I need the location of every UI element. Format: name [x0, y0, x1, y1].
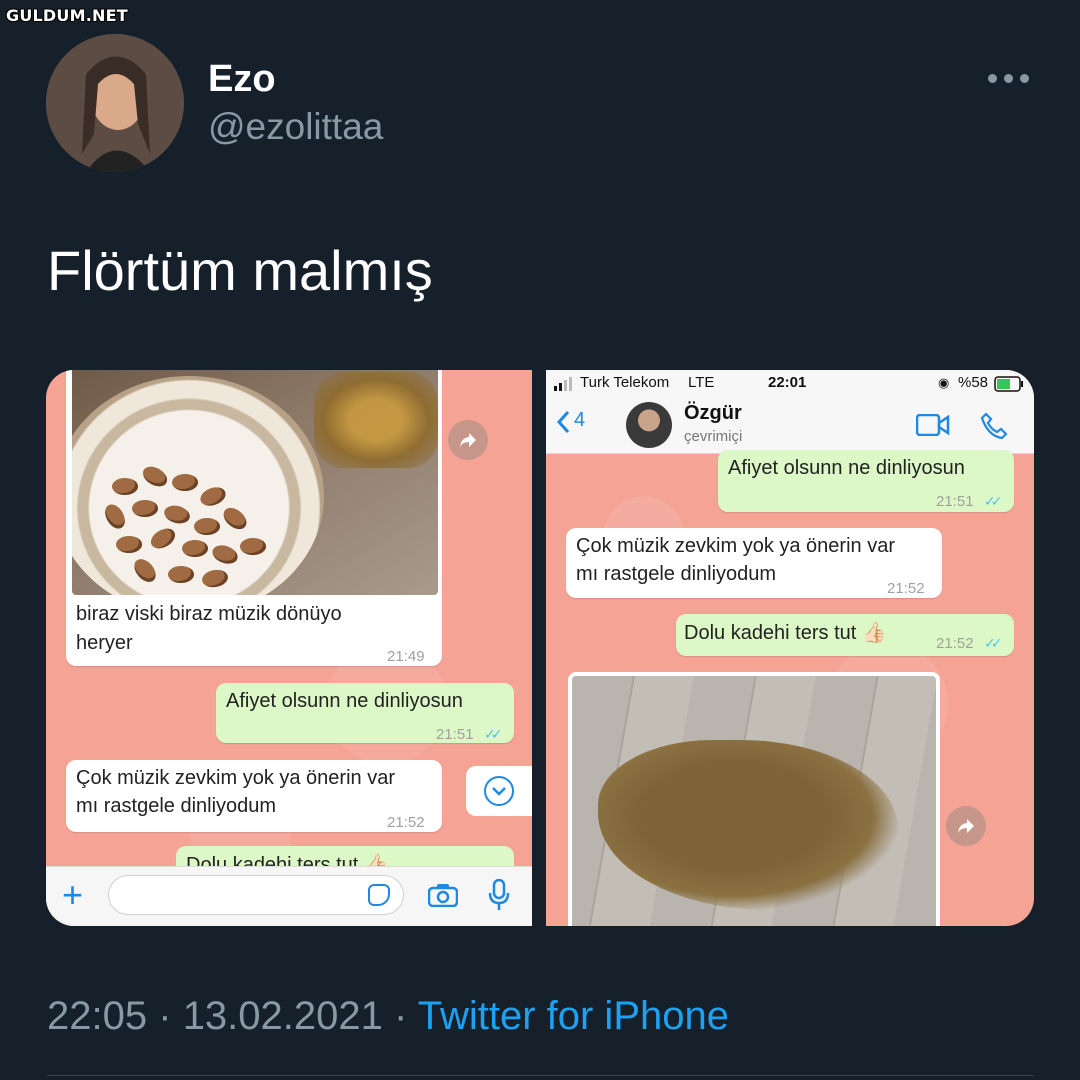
more-icon[interactable]: [988, 74, 1030, 84]
nuts-photo: [72, 370, 438, 595]
scroll-down-button[interactable]: [466, 766, 532, 816]
scroll-down-icon: [484, 776, 514, 806]
incoming-message: Çok müzik zevkim yok ya önerin var mı ra…: [566, 528, 942, 598]
message-time: 21:49: [387, 648, 425, 665]
message-time: 21:52: [936, 635, 974, 652]
read-ticks-icon: ✓✓: [984, 635, 1003, 651]
message-time: 21:51: [936, 493, 974, 510]
outgoing-message: Dolu kadehi ters tut 👍🏻 21:52 ✓✓: [676, 614, 1014, 656]
message-text: mı rastgele dinliyodum: [76, 795, 277, 817]
tweet-text: Flörtüm malmış: [47, 239, 433, 302]
tweet-time[interactable]: 22:05: [47, 994, 147, 1038]
message-text: Afiyet olsunn ne dinliyosun: [728, 457, 965, 479]
battery-percent: %58: [958, 374, 989, 391]
phone-call-icon[interactable]: [980, 412, 1008, 445]
message-input[interactable]: [108, 875, 404, 915]
camera-icon[interactable]: [427, 883, 459, 912]
network-type: LTE: [688, 374, 715, 391]
carrier-name: Turk Telekom: [580, 374, 670, 391]
plus-icon[interactable]: +: [62, 877, 83, 913]
forward-icon[interactable]: [946, 806, 986, 846]
message-time: 21:52: [387, 814, 425, 831]
read-ticks-icon: ✓✓: [484, 726, 503, 742]
contact-name[interactable]: Özgür: [684, 402, 742, 425]
chat-header: 4 Özgür çevrimiçi: [546, 398, 1034, 454]
message-time: 21:52: [887, 580, 925, 597]
separator: ·: [158, 994, 172, 1038]
rotation-lock-icon: ◉: [938, 375, 950, 390]
contact-avatar[interactable]: [626, 402, 672, 448]
outgoing-message: Afiyet olsunn ne dinliyosun 21:51 ✓✓: [718, 450, 1014, 512]
contact-status: çevrimiçi: [684, 428, 743, 445]
tweet-source-link[interactable]: Twitter for iPhone: [418, 994, 729, 1038]
message-input-bar: +: [46, 866, 532, 926]
message-text: Dolu kadehi ters tut 👍🏻: [684, 622, 887, 644]
mic-icon[interactable]: [488, 878, 510, 916]
display-name[interactable]: Ezo: [208, 58, 276, 101]
back-chevron-icon: [556, 410, 570, 434]
message-text: heryer: [76, 632, 133, 654]
back-button[interactable]: 4: [556, 409, 585, 440]
avatar-image: [46, 34, 184, 172]
user-handle[interactable]: @ezolittaa: [208, 106, 383, 148]
message-text: Afiyet olsunn ne dinliyosun: [226, 690, 463, 712]
incoming-photo-message: biraz viski biraz müzik dönüyo heryer 21…: [66, 370, 442, 666]
watermark: GULDUM.NET: [6, 6, 128, 25]
incoming-message: Çok müzik zevkim yok ya önerin var mı ra…: [66, 760, 442, 832]
message-text: Çok müzik zevkim yok ya önerin var: [576, 535, 895, 557]
tweet-date[interactable]: 13.02.2021: [183, 994, 383, 1038]
read-ticks-icon: ✓✓: [984, 493, 1003, 509]
signal-icon: [554, 377, 572, 391]
battery-icon: [994, 376, 1023, 392]
message-text: biraz viski biraz müzik dönüyo: [76, 603, 342, 625]
right-chat-screenshot[interactable]: Turk Telekom LTE 22:01 ◉ %58 4 Özgür çev…: [546, 370, 1034, 926]
forward-icon[interactable]: [448, 420, 488, 460]
divider: [47, 1075, 1034, 1076]
message-text: mı rastgele dinliyodum: [576, 563, 777, 585]
phone-status-bar: Turk Telekom LTE 22:01 ◉ %58: [546, 370, 1034, 398]
tweet-media[interactable]: biraz viski biraz müzik dönüyo heryer 21…: [46, 370, 1034, 926]
tweet-meta: 22:05 · 13.02.2021 · Twitter for iPhone: [47, 994, 729, 1039]
unread-count: 4: [574, 409, 586, 431]
left-chat-screenshot[interactable]: biraz viski biraz müzik dönüyo heryer 21…: [46, 370, 532, 926]
video-call-icon[interactable]: [915, 413, 950, 441]
profile-avatar[interactable]: [46, 34, 184, 172]
outgoing-message: Afiyet olsunn ne dinliyosun 21:51 ✓✓: [216, 683, 514, 743]
separator: ·: [394, 994, 408, 1038]
message-text: Çok müzik zevkim yok ya önerin var: [76, 767, 395, 789]
message-time: 21:51: [436, 726, 474, 743]
spill-photo[interactable]: [568, 672, 940, 926]
clock: 22:01: [768, 374, 807, 391]
